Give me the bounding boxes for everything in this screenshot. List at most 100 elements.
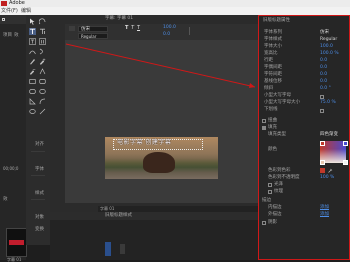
new-title-icon[interactable] bbox=[69, 26, 75, 31]
sheen-toggle[interactable] bbox=[268, 183, 272, 187]
italic-toggle[interactable]: T bbox=[131, 26, 134, 31]
shadow-toggle[interactable] bbox=[262, 221, 266, 225]
path-type-tool-icon[interactable] bbox=[29, 48, 36, 55]
property-value[interactable]: 仿宋 bbox=[320, 30, 329, 36]
inner-stroke-label: 内描边 bbox=[268, 205, 282, 210]
section-object-label: 对象 bbox=[35, 215, 44, 220]
vertical-type-tool-icon[interactable] bbox=[39, 28, 46, 35]
fill-type-label: 填充类型 bbox=[268, 132, 286, 137]
section-font-label: 字体 bbox=[35, 167, 44, 172]
texture-label: 纹理 bbox=[274, 189, 283, 194]
outer-stroke-add-link[interactable]: 添加 bbox=[320, 212, 329, 218]
text-align-buttons[interactable] bbox=[189, 27, 202, 35]
project-panel: 项目 效 00;00;0 效 字幕 01 bbox=[0, 15, 27, 262]
clipped-corner-tool-icon[interactable] bbox=[29, 88, 36, 95]
color-stop-swatch[interactable] bbox=[320, 168, 325, 173]
property-label: 宽高比 bbox=[264, 51, 278, 56]
distribute-buttons[interactable] bbox=[31, 199, 45, 212]
property-value[interactable]: Regular bbox=[320, 37, 337, 43]
title-tools-panel: 对齐 字体 样式 对象 变换 bbox=[26, 15, 51, 245]
property-value[interactable]: 100.0 bbox=[320, 44, 333, 50]
arc-tool-icon[interactable] bbox=[39, 98, 46, 105]
home-icon[interactable] bbox=[2, 18, 5, 21]
thumbnail-title-bar bbox=[9, 240, 24, 245]
title-designer-tab[interactable]: 字幕: 字幕 01 bbox=[105, 16, 133, 22]
property-label: 行距 bbox=[264, 58, 273, 63]
menu-edit[interactable]: 编辑 bbox=[21, 8, 31, 14]
property-value[interactable]: 75.0 % bbox=[320, 100, 336, 106]
tab-project[interactable]: 项目 bbox=[3, 33, 12, 39]
tab-effects[interactable]: 效 bbox=[14, 33, 19, 39]
property-value[interactable]: 0.0 bbox=[320, 65, 327, 71]
color-stop-tl[interactable] bbox=[320, 141, 325, 146]
title-properties-panel: 旧版标题属性 字体系列 仿宋 字体样式 Regular 字体大小 100.0 宽高比 100.… bbox=[258, 15, 350, 260]
vertical-area-type-tool-icon[interactable] bbox=[39, 38, 46, 45]
property-checkbox[interactable] bbox=[320, 94, 324, 99]
distort-label: 扭曲 bbox=[268, 118, 277, 123]
line-tool-icon[interactable] bbox=[39, 108, 46, 115]
underline-toggle[interactable]: T bbox=[137, 26, 140, 31]
title-toolbar: 仿宋 Regular T T T 100.0 0.0 bbox=[65, 24, 258, 40]
fill-type-value[interactable]: 四色渐变 bbox=[320, 132, 338, 138]
center-buttons[interactable] bbox=[31, 175, 45, 188]
color-stop-opacity-value[interactable]: 100 % bbox=[320, 175, 334, 181]
vertical-path-type-tool-icon[interactable] bbox=[39, 48, 46, 55]
property-value[interactable]: 0.0 bbox=[320, 58, 327, 64]
inner-stroke-add-link[interactable]: 添加 bbox=[320, 205, 329, 211]
texture-toggle[interactable] bbox=[268, 190, 272, 194]
panel-section-label: 效 bbox=[3, 197, 8, 202]
rounded-corner-tool-icon[interactable] bbox=[39, 88, 46, 95]
section-transform-label: 变换 bbox=[35, 227, 44, 232]
timecode: 00;00;0 bbox=[3, 166, 19, 171]
font-family-select[interactable]: 仿宋 bbox=[78, 26, 108, 32]
rotate-tool-icon[interactable] bbox=[39, 18, 46, 25]
fill-header: 填充 bbox=[268, 125, 277, 130]
canvas-area: 电影字幕 创建字幕 bbox=[65, 40, 258, 203]
shadow-label: 阴影 bbox=[268, 220, 277, 225]
property-value[interactable]: 0.0 bbox=[320, 79, 327, 85]
ellipse-tool-icon[interactable] bbox=[29, 108, 36, 115]
convert-anchor-tool-icon[interactable] bbox=[39, 68, 46, 75]
color-stop-opacity-label: 色彩到不透明度 bbox=[268, 175, 300, 180]
color-stop-br[interactable] bbox=[343, 160, 348, 165]
title-bar: Adobe bbox=[0, 0, 350, 7]
property-label: 基线位移 bbox=[264, 79, 282, 84]
style-swatch[interactable] bbox=[105, 242, 111, 256]
eyedropper-icon[interactable] bbox=[328, 168, 333, 173]
property-value[interactable]: 0.0 ° bbox=[320, 86, 331, 92]
bold-toggle[interactable]: T bbox=[125, 26, 128, 31]
title-thumbnail[interactable] bbox=[6, 228, 27, 257]
area-type-tool-icon[interactable] bbox=[29, 38, 36, 45]
fill-toggle[interactable] bbox=[262, 126, 266, 130]
wedge-tool-icon[interactable] bbox=[29, 98, 36, 105]
font-style-select[interactable]: Regular bbox=[78, 33, 108, 39]
rectangle-tool-icon[interactable] bbox=[29, 78, 36, 85]
leading-value[interactable]: 0.0 bbox=[163, 32, 170, 38]
rounded-rectangle-tool-icon[interactable] bbox=[39, 78, 46, 85]
stroke-header: 描边 bbox=[262, 198, 271, 203]
distort-toggle[interactable] bbox=[262, 119, 266, 123]
style-swatch-2[interactable] bbox=[120, 244, 125, 254]
title-styles-tab[interactable]: 旧版标题样式 bbox=[105, 213, 132, 219]
title-text-object[interactable]: 电影字幕 创建字幕 bbox=[117, 140, 171, 146]
align-buttons[interactable] bbox=[31, 151, 45, 164]
property-value[interactable]: 0.0 bbox=[320, 72, 327, 78]
four-color-gradient[interactable] bbox=[320, 141, 348, 165]
selection-tool-icon[interactable] bbox=[29, 18, 36, 25]
property-label: 字体系列 bbox=[264, 30, 282, 35]
video-frame[interactable]: 电影字幕 创建字幕 bbox=[105, 137, 218, 179]
property-value[interactable]: 100.0 % bbox=[320, 51, 339, 57]
color-stop-bl[interactable] bbox=[320, 160, 325, 165]
property-label: 字偶间距 bbox=[264, 65, 282, 70]
font-size-value[interactable]: 100.0 bbox=[163, 25, 176, 31]
pen-tool-icon[interactable] bbox=[29, 58, 36, 65]
app-title: Adobe bbox=[9, 0, 25, 6]
delete-anchor-tool-icon[interactable] bbox=[29, 68, 36, 75]
property-checkbox[interactable] bbox=[320, 108, 324, 113]
add-anchor-tool-icon[interactable] bbox=[39, 58, 46, 65]
type-tool-icon[interactable] bbox=[29, 28, 36, 35]
color-stop-tr[interactable] bbox=[343, 141, 348, 146]
menu-file[interactable]: 文件(F) bbox=[1, 8, 18, 14]
title-designer-panel: 字幕: 字幕 01 仿宋 Regular T T T 100.0 0.0 电影字… bbox=[50, 15, 258, 212]
title-styles-header: 旧版标题样式 bbox=[50, 212, 258, 220]
